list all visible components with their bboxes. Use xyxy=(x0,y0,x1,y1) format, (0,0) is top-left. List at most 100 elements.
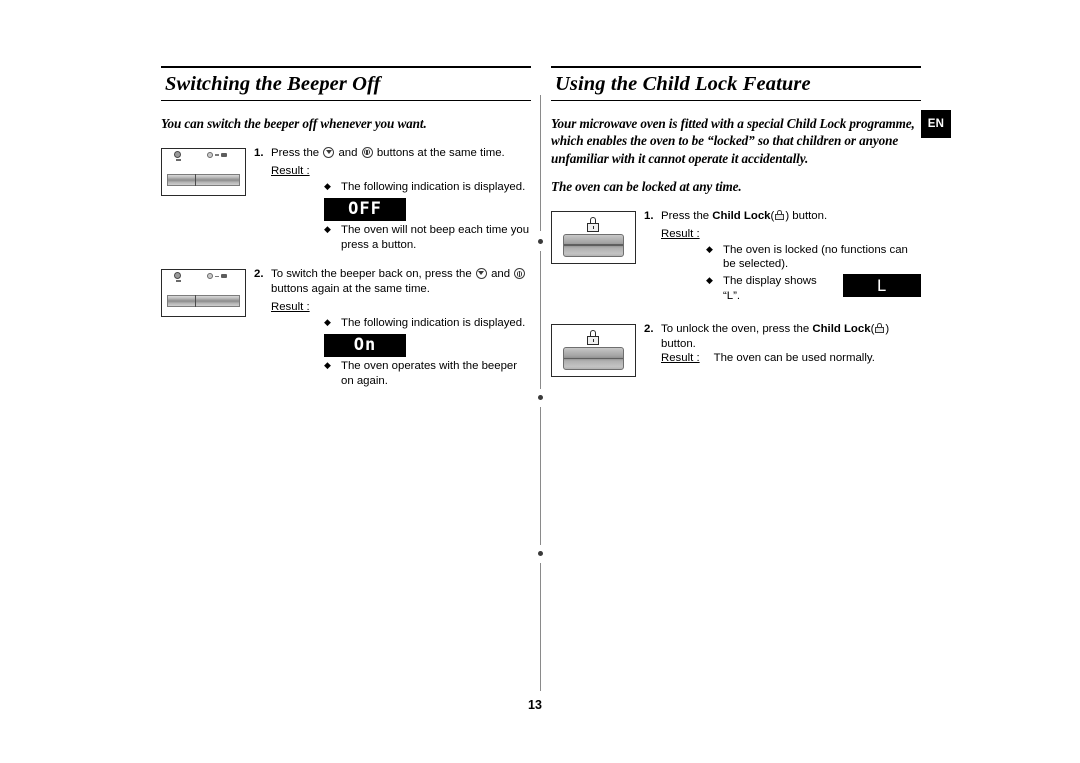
power-clock-icon xyxy=(361,147,373,159)
result-text: The oven can be used normally. xyxy=(713,351,875,364)
padlock-icon xyxy=(875,323,885,334)
bullet-item: ◆ The following indication is displayed. xyxy=(324,316,531,331)
step-body: 1. Press the and buttons at the same tim… xyxy=(254,146,531,253)
open-paren: ( xyxy=(770,209,775,222)
step-instruction: To switch the beeper back on, press the … xyxy=(271,267,531,297)
language-tab-en: EN xyxy=(921,110,951,138)
step-number: 1. xyxy=(644,209,654,222)
step-text-part-1: To unlock the oven, press the xyxy=(661,322,810,335)
result-row: Result : The oven can be used normally. xyxy=(661,352,921,364)
result-label: Result : xyxy=(271,164,310,177)
weight-defrost-icon xyxy=(475,268,487,280)
manual-page: EN Switching the Beeper Off You can swit… xyxy=(0,0,1080,763)
lcd-display-on: On xyxy=(324,333,406,357)
padlock-icon xyxy=(775,210,785,221)
bullet-text: The oven will not beep each time you pre… xyxy=(341,223,530,251)
left-step-2: 2. To switch the beeper back on, press t… xyxy=(161,267,531,389)
result-label: Result : xyxy=(271,301,310,314)
panel-weight-icon xyxy=(174,151,183,162)
bullet-item: ◆ The display shows “L”. L xyxy=(706,274,921,304)
bullet-text-with-display: The display shows “L”. L xyxy=(723,274,921,304)
bullet-item: ◆ The oven is locked (no functions can b… xyxy=(706,243,921,273)
panel-button-bar xyxy=(167,174,240,187)
panel-cell xyxy=(551,209,644,264)
control-panel-illustration xyxy=(161,269,246,318)
panel-cell xyxy=(161,267,254,318)
lcd-display-wrapper: OFF xyxy=(324,197,531,221)
step-text-part-2: and xyxy=(491,268,511,281)
step-text-part-1: Press the xyxy=(661,209,710,222)
result-bullets: ◆ The following indication is displayed. xyxy=(324,180,531,195)
left-step-1: 1. Press the and buttons at the same tim… xyxy=(161,146,531,253)
child-lock-panel-illustration xyxy=(551,210,636,264)
heading-rule-bottom xyxy=(161,99,531,101)
page-number: 13 xyxy=(528,698,542,712)
step-body: 2. To unlock the oven, press the Child L… xyxy=(644,322,921,364)
step-body: 2. To switch the beeper back on, press t… xyxy=(254,267,531,389)
step-text-part-1: Press the xyxy=(271,147,320,160)
left-column: Switching the Beeper Off You can switch … xyxy=(161,66,531,390)
bullet-item: ◆ The oven operates with the beeper on a… xyxy=(324,359,531,389)
panel-child-lock-button xyxy=(563,233,624,257)
child-lock-panel-illustration xyxy=(551,323,636,377)
bullet-item: ◆ The oven will not beep each time you p… xyxy=(324,223,531,253)
step-text-part-3: buttons at the same time. xyxy=(376,147,505,160)
result-bullets: ◆ The oven is locked (no functions can b… xyxy=(706,243,921,304)
result-bullets-2: ◆ The oven operates with the beeper on a… xyxy=(324,359,531,389)
step-number: 2. xyxy=(644,322,654,335)
right-intro-paragraph-2: The oven can be locked at any time. xyxy=(551,179,742,195)
step-text-part-2: ) button. xyxy=(785,209,828,222)
step-number: 1. xyxy=(254,147,264,160)
right-heading-title: Using the Child Lock Feature xyxy=(555,73,811,95)
step-number: 2. xyxy=(254,268,264,281)
diamond-bullet-icon: ◆ xyxy=(324,223,331,234)
bullet-text: The oven is locked (no functions can be … xyxy=(723,243,908,271)
left-intro-text: You can switch the beeper off whenever y… xyxy=(161,115,427,131)
child-lock-bold-label: Child Lock xyxy=(712,209,771,222)
right-step-2: 2. To unlock the oven, press the Child L… xyxy=(551,322,921,377)
open-paren: ( xyxy=(870,322,875,335)
step-text-part-1: To switch the beeper back on, press the xyxy=(271,268,472,281)
left-section-heading: Switching the Beeper Off xyxy=(161,66,531,101)
lcd-display-locked: L xyxy=(843,274,921,298)
step-text-part-3: buttons again at the same time. xyxy=(271,283,430,296)
control-panel-illustration xyxy=(161,148,246,197)
result-bullets-2: ◆ The oven will not beep each time you p… xyxy=(324,223,531,253)
heading-rule-bottom xyxy=(551,99,921,101)
step-body: 1. Press the Child Lock( ) button. Result… xyxy=(644,209,921,305)
center-fold-divider xyxy=(538,95,544,691)
diamond-bullet-icon: ◆ xyxy=(706,243,713,254)
right-section-heading: Using the Child Lock Feature xyxy=(551,66,921,101)
step-instruction: Press the and buttons at the same time. xyxy=(271,146,531,161)
bullet-text: The oven operates with the beeper on aga… xyxy=(341,359,518,387)
lcd-display-off: OFF xyxy=(324,197,406,221)
panel-power-icon xyxy=(207,152,227,159)
right-intro-paragraph-1: Your microwave oven is fitted with a spe… xyxy=(551,115,915,166)
power-clock-icon xyxy=(514,268,526,280)
step-instruction: Press the Child Lock( ) button. xyxy=(661,209,921,224)
bullet-text: The following indication is displayed. xyxy=(341,317,526,330)
panel-child-lock-button xyxy=(563,346,624,370)
step-text-part-2: and xyxy=(338,147,358,160)
step-instruction: To unlock the oven, press the Child Lock… xyxy=(661,322,921,352)
panel-cell xyxy=(161,146,254,197)
left-heading-title: Switching the Beeper Off xyxy=(165,73,381,95)
bullet-item: ◆ The following indication is displayed. xyxy=(324,180,531,195)
panel-button-bar xyxy=(167,295,240,308)
right-step-1: 1. Press the Child Lock( ) button. Result… xyxy=(551,209,921,305)
diamond-bullet-icon: ◆ xyxy=(324,180,331,191)
right-column: Using the Child Lock Feature Your microw… xyxy=(551,66,921,377)
diamond-bullet-icon: ◆ xyxy=(706,275,713,286)
bullet-text: The following indication is displayed. xyxy=(341,180,526,193)
weight-defrost-icon xyxy=(323,147,335,159)
result-bullets: ◆ The following indication is displayed. xyxy=(324,316,531,331)
bullet-text: The display shows “L”. xyxy=(723,275,817,303)
child-lock-bold-label: Child Lock xyxy=(812,322,871,335)
result-label: Result : xyxy=(661,227,700,240)
result-label: Result : xyxy=(661,351,700,364)
diamond-bullet-icon: ◆ xyxy=(324,317,331,328)
panel-cell xyxy=(551,322,644,377)
diamond-bullet-icon: ◆ xyxy=(324,359,331,370)
panel-weight-icon xyxy=(174,272,183,283)
lcd-display-wrapper: On xyxy=(324,333,531,357)
